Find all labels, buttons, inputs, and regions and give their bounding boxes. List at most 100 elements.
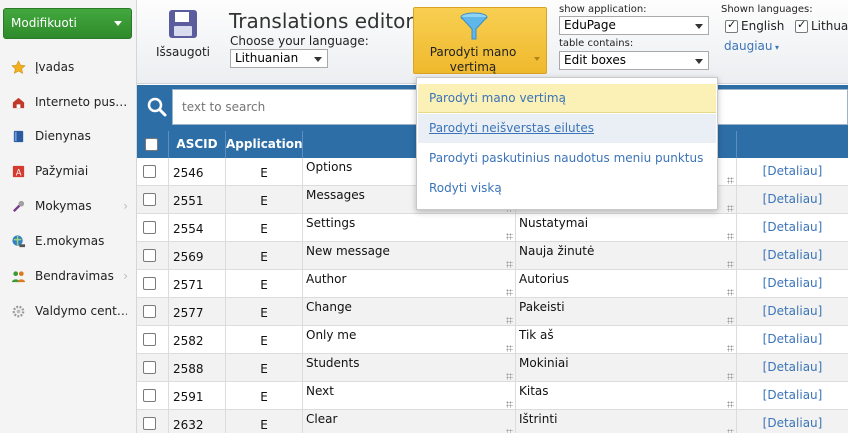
english-text: Students — [306, 356, 360, 370]
row-checkbox[interactable] — [143, 417, 156, 430]
row-checkbox-cell — [137, 270, 169, 298]
resize-grip-icon[interactable] — [727, 289, 734, 296]
row-checkbox-cell — [137, 214, 169, 242]
row-application: E — [226, 270, 303, 298]
sidebar-item-ivadas[interactable]: Įvadas — [0, 53, 136, 81]
sidebar-item-emokymas[interactable]: E.mokymas — [0, 227, 136, 255]
resize-grip-icon[interactable] — [506, 429, 513, 433]
row-checkbox-cell — [137, 326, 169, 354]
details-link[interactable]: [Detaliau] — [737, 326, 848, 354]
row-checkbox[interactable] — [143, 305, 156, 318]
filter-button[interactable]: Parodyti mano vertimą — [413, 7, 547, 74]
resize-grip-icon[interactable] — [727, 345, 734, 352]
resize-grip-icon[interactable] — [727, 205, 734, 212]
more-languages-link[interactable]: daugiau ▾ — [724, 39, 779, 53]
row-application: E — [226, 326, 303, 354]
row-checkbox[interactable] — [143, 333, 156, 346]
table-contains-select-value: Edit boxes — [564, 53, 627, 67]
english-text-box[interactable]: Change — [303, 298, 516, 326]
details-link[interactable]: [Detaliau] — [737, 242, 848, 270]
english-text-box[interactable]: Settings — [303, 214, 516, 242]
details-link[interactable]: [Detaliau] — [737, 270, 848, 298]
resize-grip-icon[interactable] — [506, 289, 513, 296]
resize-grip-icon[interactable] — [727, 429, 734, 433]
chevron-down-icon: ▾ — [772, 43, 780, 52]
sidebar-item-mokymas[interactable]: Mokymas › — [0, 192, 136, 220]
resize-grip-icon[interactable] — [506, 401, 513, 408]
language-select[interactable]: Lithuanian — [230, 49, 328, 68]
resize-grip-icon[interactable] — [727, 177, 734, 184]
table-row: 2554 E Settings Nustatymai [Detaliau] — [137, 214, 848, 242]
lithuanian-text-box[interactable]: Nauja žinutė — [516, 242, 737, 270]
row-ascid: 2577 — [169, 298, 226, 326]
lithuanian-text-box[interactable]: Nustatymai — [516, 214, 737, 242]
sidebar-item-pazymiai[interactable]: A Pažymiai — [0, 157, 136, 185]
details-link[interactable]: [Detaliau] — [737, 382, 848, 410]
sidebar-item-valdymo-centras[interactable]: Valdymo cent… — [0, 297, 136, 325]
sidebar-item-interneto-puslapis[interactable]: Interneto pus… — [0, 88, 136, 116]
menu-item-show-recent-menu-items[interactable]: Parodyti paskutinius naudotus meniu punk… — [418, 144, 716, 173]
details-link[interactable]: [Detaliau] — [737, 214, 848, 242]
row-checkbox[interactable] — [143, 389, 156, 402]
english-text-box[interactable]: Next — [303, 382, 516, 410]
row-checkbox[interactable] — [143, 165, 156, 178]
row-checkbox[interactable] — [143, 361, 156, 374]
resize-grip-icon[interactable] — [506, 345, 513, 352]
sidebar-item-bendravimas[interactable]: Bendravimas › — [0, 262, 136, 290]
lithuanian-checkbox-label: Lithua... — [811, 19, 848, 33]
table-contains-select[interactable]: Edit boxes — [559, 51, 709, 70]
row-ascid: 2632 — [169, 410, 226, 433]
lithuanian-text-box[interactable]: Mokiniai — [516, 354, 737, 382]
row-checkbox[interactable] — [143, 277, 156, 290]
details-link[interactable]: [Detaliau] — [737, 354, 848, 382]
select-all-checkbox[interactable] — [145, 138, 158, 151]
english-text-box[interactable]: New message — [303, 242, 516, 270]
resize-grip-icon[interactable] — [727, 373, 734, 380]
resize-grip-icon[interactable] — [506, 317, 513, 324]
column-header-ascid[interactable]: ASCID — [169, 131, 226, 158]
resize-grip-icon[interactable] — [727, 317, 734, 324]
save-button[interactable]: Išsaugoti — [150, 6, 216, 66]
resize-grip-icon[interactable] — [506, 373, 513, 380]
lithuanian-text-box[interactable]: Autorius — [516, 270, 737, 298]
resize-grip-icon[interactable] — [506, 233, 513, 240]
resize-grip-icon[interactable] — [727, 401, 734, 408]
details-link[interactable]: [Detaliau] — [737, 186, 848, 214]
details-link[interactable]: [Detaliau] — [737, 158, 848, 186]
menu-item-show-all[interactable]: Rodyti viską — [418, 174, 716, 203]
english-checkbox[interactable] — [725, 18, 738, 33]
sidebar-item-label: Pažymiai — [35, 164, 89, 178]
resize-grip-icon[interactable] — [506, 261, 513, 268]
english-text-box[interactable]: Author — [303, 270, 516, 298]
lithuanian-text-box[interactable]: Ištrinti — [516, 410, 737, 433]
row-checkbox[interactable] — [143, 193, 156, 206]
details-link[interactable]: [Detaliau] — [737, 298, 848, 326]
row-checkbox[interactable] — [143, 249, 156, 262]
menu-item-show-untranslated[interactable]: Parodyti neišverstas eilutes — [418, 114, 716, 143]
english-text-box[interactable]: Clear — [303, 410, 516, 433]
details-link[interactable]: [Detaliau] — [737, 410, 848, 433]
globe-icon — [10, 233, 26, 249]
menu-item-show-my-translation[interactable]: Parodyti mano vertimą — [418, 84, 716, 113]
lithuanian-text: Tik aš — [519, 328, 554, 342]
application-select[interactable]: EduPage — [559, 16, 709, 35]
lithuanian-checkbox[interactable] — [795, 18, 808, 33]
english-text-box[interactable]: Only me — [303, 326, 516, 354]
lithuanian-text-box[interactable]: Tik aš — [516, 326, 737, 354]
resize-grip-icon[interactable] — [727, 261, 734, 268]
lithuanian-text: Mokiniai — [519, 356, 569, 370]
row-checkbox-cell — [137, 242, 169, 270]
row-application: E — [226, 242, 303, 270]
sidebar-item-label: Valdymo cent… — [35, 304, 127, 318]
sidebar-item-dienynas[interactable]: Dienynas — [0, 122, 136, 150]
table-row: 2588 E Students Mokiniai [Detaliau] — [137, 354, 848, 382]
lithuanian-text-box[interactable]: Kitas — [516, 382, 737, 410]
lithuanian-text-box[interactable]: Pakeisti — [516, 298, 737, 326]
english-text-box[interactable]: Students — [303, 354, 516, 382]
modify-button[interactable]: Modifikuoti — [3, 8, 132, 39]
table-row: 2571 E Author Autorius [Detaliau] — [137, 270, 848, 298]
column-header-applications[interactable]: Applications — [226, 131, 310, 158]
resize-grip-icon[interactable] — [727, 233, 734, 240]
row-checkbox[interactable] — [143, 221, 156, 234]
english-text: Change — [306, 300, 352, 314]
